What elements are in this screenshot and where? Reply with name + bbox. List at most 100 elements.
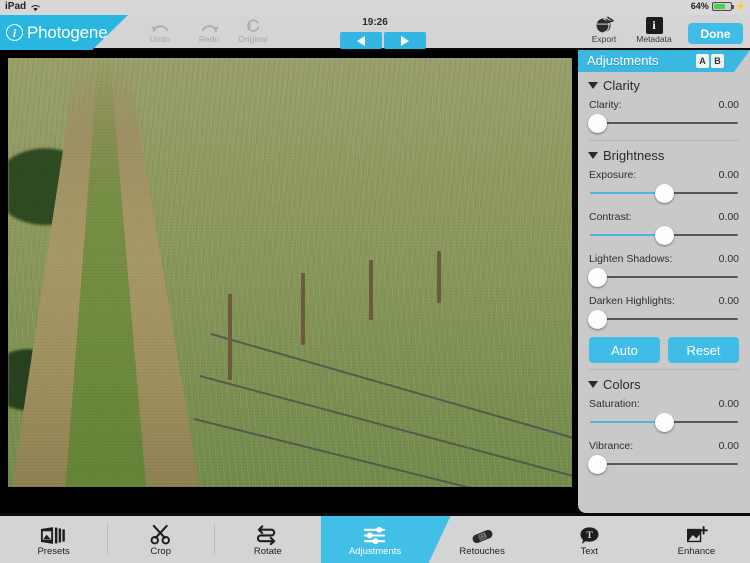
slider-knob-contrast[interactable] [655, 226, 674, 245]
original-button[interactable]: Original [227, 17, 279, 48]
sliders-icon [363, 523, 386, 545]
device-name: iPad [5, 1, 27, 12]
compare-b-button[interactable]: B [711, 54, 724, 68]
control-exposure: Exposure: 0.00 [588, 166, 740, 204]
triangle-right-icon [401, 35, 409, 46]
battery-percent: 64% [690, 1, 709, 11]
done-button[interactable]: Done [688, 23, 743, 44]
tab-rotate[interactable]: Rotate [214, 516, 321, 563]
caret-down-icon [588, 152, 598, 159]
tab-enhance[interactable]: Enhance [643, 516, 750, 563]
slider-vibrance[interactable] [588, 453, 740, 475]
tab-label-adjustments: Adjustments [348, 545, 402, 557]
metadata-button[interactable]: i Metadata [628, 17, 680, 48]
tab-label-enhance: Enhance [677, 545, 716, 557]
original-label: Original [238, 34, 268, 44]
tab-crop[interactable]: Crop [107, 516, 214, 563]
slider-knob-exposure[interactable] [655, 184, 674, 203]
control-lighten-shadows: Lighten Shadows: 0.00 [588, 250, 740, 288]
slider-knob-clarity[interactable] [588, 114, 607, 133]
top-toolbar: i Photogene 19:26 Undo Redo Original Exp… [0, 15, 750, 50]
slider-exposure[interactable] [588, 182, 740, 204]
panel-body: Clarity Clarity: 0.00 Brightness Exposur… [578, 72, 750, 475]
reset-button[interactable]: Reset [668, 337, 739, 363]
label-clarity: Clarity: [589, 99, 622, 111]
slider-knob-darken-highlights[interactable] [588, 310, 607, 329]
caret-down-icon [588, 82, 598, 89]
control-clarity: Clarity: 0.00 [588, 96, 740, 134]
previous-image-button[interactable] [340, 32, 382, 49]
group-header-brightness[interactable]: Brightness [588, 142, 740, 166]
tab-label-crop: Crop [150, 545, 171, 557]
image-navigation [340, 32, 426, 49]
value-vibrance: 0.00 [718, 440, 739, 452]
rotate-loop-icon [257, 523, 278, 545]
group-header-colors[interactable]: Colors [588, 371, 740, 395]
enhance-sparkle-icon [685, 523, 708, 545]
control-saturation: Saturation: 0.00 [588, 395, 740, 433]
tab-adjustments[interactable]: Adjustments [321, 516, 429, 563]
panel-title: Adjustments [587, 53, 659, 68]
value-contrast: 0.00 [718, 211, 739, 223]
slider-lighten-shadows[interactable] [588, 266, 740, 288]
export-button[interactable]: Export [578, 16, 630, 48]
auto-button[interactable]: Auto [589, 337, 660, 363]
slider-darken-highlights[interactable] [588, 308, 740, 330]
undo-button[interactable]: Undo [134, 17, 186, 48]
photo-grain-overlay [8, 58, 572, 487]
status-bar: iPad 64% ⚡ [0, 0, 750, 15]
info-i-icon: i [645, 17, 663, 34]
compare-a-button[interactable]: A [696, 54, 709, 68]
value-saturation: 0.00 [718, 398, 739, 410]
next-image-button[interactable] [384, 32, 426, 49]
status-bar-right: 64% ⚡ [691, 1, 746, 11]
ab-compare-group: A B [696, 54, 724, 68]
control-darken-highlights: Darken Highlights: 0.00 [588, 292, 740, 330]
undo-label: Undo [149, 34, 171, 44]
bottom-tab-bar: Presets Crop Rotate Adjustments Retouche… [0, 513, 750, 563]
label-vibrance: Vibrance: [589, 440, 634, 452]
tab-label-presets: Presets [37, 545, 70, 557]
country-lane-photo[interactable] [8, 58, 572, 487]
battery-icon [711, 1, 734, 11]
tab-retouches[interactable]: Retouches [429, 516, 536, 563]
tab-label-retouches: Retouches [459, 545, 505, 557]
tab-text[interactable]: T Text [536, 516, 643, 563]
metadata-label: Metadata [636, 34, 672, 44]
value-lighten-shadows: 0.00 [718, 253, 739, 265]
text-bubble-icon: T [579, 523, 600, 545]
slider-knob-vibrance[interactable] [588, 455, 607, 474]
control-contrast: Contrast: 0.00 [588, 208, 740, 246]
slider-knob-lighten-shadows[interactable] [588, 268, 607, 287]
slider-saturation[interactable] [588, 411, 740, 433]
slider-contrast[interactable] [588, 224, 740, 246]
bandage-icon [470, 523, 495, 545]
tab-label-text: Text [580, 545, 598, 557]
export-globe-icon [595, 16, 614, 34]
adjustments-panel: Adjustments A B Clarity Clarity: 0.00 Br… [578, 50, 750, 513]
redo-label: Redo [198, 34, 220, 44]
value-darken-highlights: 0.00 [718, 295, 739, 307]
value-clarity: 0.00 [718, 99, 739, 111]
brightness-actions: Auto Reset [589, 337, 739, 363]
tab-label-rotate: Rotate [253, 545, 282, 557]
label-contrast: Contrast: [589, 211, 632, 223]
presets-filmstrip-icon [40, 523, 68, 545]
tab-presets[interactable]: Presets [0, 516, 107, 563]
compare-original-icon [245, 17, 261, 34]
export-label: Export [591, 34, 617, 44]
slider-knob-saturation[interactable] [655, 413, 674, 432]
wifi-icon [30, 3, 40, 12]
svg-text:T: T [586, 531, 593, 541]
divider [589, 369, 739, 370]
slider-clarity[interactable] [588, 112, 740, 134]
group-label-colors: Colors [603, 377, 641, 392]
redo-arrow-icon [199, 17, 220, 34]
label-lighten-shadows: Lighten Shadows: [589, 253, 673, 265]
control-vibrance: Vibrance: 0.00 [588, 437, 740, 475]
group-header-clarity[interactable]: Clarity [588, 72, 740, 96]
image-canvas[interactable] [0, 50, 580, 513]
label-darken-highlights: Darken Highlights: [589, 295, 675, 307]
caret-down-icon [588, 381, 598, 388]
status-bar-left: iPad [5, 1, 40, 12]
